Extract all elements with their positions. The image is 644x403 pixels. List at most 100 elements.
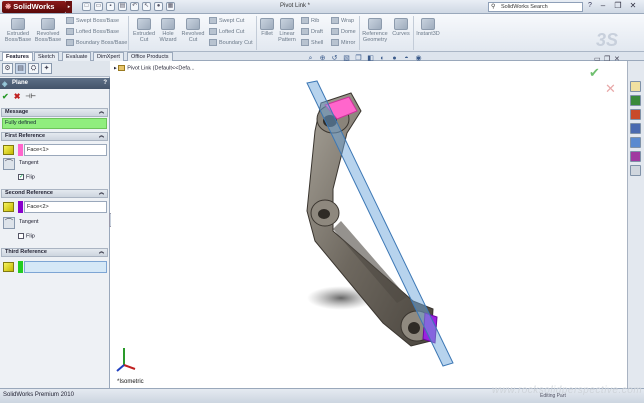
edit-appearance-icon[interactable]: ●: [390, 54, 399, 63]
app-logo[interactable]: ❋ SolidWorks: [2, 1, 66, 13]
boundary-boss-button[interactable]: Boundary Boss/Base: [66, 39, 127, 47]
new-icon[interactable]: □: [82, 2, 91, 11]
wrap-button[interactable]: Wrap: [331, 17, 354, 25]
linear-pattern-icon: [280, 18, 294, 30]
design-library-icon[interactable]: [630, 95, 641, 106]
chevron-up-icon: ︽: [98, 249, 104, 255]
status-product: SolidWorks Premium 2010: [3, 392, 74, 398]
revolved-boss-button[interactable]: Revolved Boss/Base: [33, 18, 63, 43]
open-icon[interactable]: ▭: [94, 2, 103, 11]
linear-pattern-button[interactable]: Linear Pattern: [276, 18, 298, 43]
undo-icon[interactable]: ↶: [130, 2, 139, 11]
restore-icon[interactable]: ❐: [612, 1, 624, 12]
second-reference-field[interactable]: Face<2>: [24, 201, 107, 213]
boundary-cut-button[interactable]: Boundary Cut: [209, 39, 253, 47]
view-palette-icon[interactable]: [630, 137, 641, 148]
plane-icon: ◈: [2, 81, 8, 88]
hole-wizard-icon: [161, 18, 175, 30]
rebuild-icon[interactable]: ●: [154, 2, 163, 11]
ok-button[interactable]: ✔: [2, 92, 9, 102]
instant3d-button[interactable]: Instant3D: [415, 18, 441, 37]
tab-features[interactable]: Features: [2, 52, 33, 61]
property-manager-icon[interactable]: ▤: [15, 63, 26, 74]
tab-evaluate[interactable]: Evaluate: [62, 52, 92, 61]
graphics-area[interactable]: [111, 61, 627, 388]
view-settings-icon[interactable]: ◉: [414, 54, 423, 63]
swept-cut-button[interactable]: Swept Cut: [209, 17, 244, 25]
swept-boss-button[interactable]: Swept Boss/Base: [66, 17, 119, 25]
zoom-to-fit-icon[interactable]: ⌕: [306, 54, 315, 63]
tangent-icon[interactable]: ⌒: [3, 217, 15, 229]
part-icon: [118, 65, 126, 71]
appearances-icon[interactable]: [630, 151, 641, 162]
heads-up-view-toolbar: ⌕ ⊕ ↺ ▧ ❒ ◧ ◐ ● ◓ ◉: [306, 54, 423, 63]
confirm-ok-icon[interactable]: ✔: [589, 65, 600, 81]
dome-button[interactable]: Dome: [331, 28, 356, 36]
second-flip-checkbox[interactable]: Flip: [18, 233, 35, 239]
help-button[interactable]: ?: [103, 78, 107, 89]
instant3d-icon: [421, 18, 435, 30]
shell-button[interactable]: Shell: [301, 39, 323, 47]
extruded-cut-button[interactable]: Extruded Cut: [131, 18, 157, 43]
window-close-icon[interactable]: ✕: [614, 55, 620, 63]
print-icon[interactable]: ▤: [118, 2, 127, 11]
minimize-icon[interactable]: –: [597, 1, 609, 12]
extruded-boss-button[interactable]: Extruded Boss/Base: [3, 18, 33, 43]
resources-icon[interactable]: [630, 81, 641, 92]
tab-sketch[interactable]: Sketch: [34, 52, 59, 61]
help-icon[interactable]: ?: [588, 2, 592, 9]
curves-button[interactable]: Curves: [390, 18, 412, 37]
dimxpert-manager-icon[interactable]: ✦: [41, 63, 52, 74]
feature-manager-icon[interactable]: ⚙: [2, 63, 13, 74]
select-icon[interactable]: ↖: [142, 2, 151, 11]
revolved-cut-button[interactable]: Revolved Cut: [180, 18, 206, 43]
search-input[interactable]: ⚲ SolidWorks Search: [488, 2, 583, 12]
close-icon[interactable]: ✕: [627, 1, 639, 12]
display-style-icon[interactable]: ◧: [366, 54, 375, 63]
second-reference-header[interactable]: Second Reference ︽: [1, 189, 108, 198]
first-reference-header[interactable]: First Reference ︽: [1, 132, 108, 141]
apply-scene-icon[interactable]: ◓: [402, 54, 411, 63]
window-minimize-icon[interactable]: ▭: [594, 55, 601, 63]
menu-expand-icon[interactable]: ▸: [66, 1, 72, 13]
mirror-button[interactable]: Mirror: [331, 39, 355, 47]
task-pane: [627, 61, 644, 388]
fillet-button[interactable]: Fillet: [258, 18, 276, 37]
configuration-manager-icon[interactable]: ⛭: [28, 63, 39, 74]
first-reference-field[interactable]: Face<1>: [24, 144, 107, 156]
lofted-cut-button[interactable]: Lofted Cut: [209, 28, 244, 36]
third-reference-header[interactable]: Third Reference ︽: [1, 248, 108, 257]
third-reference-field[interactable]: [24, 261, 107, 273]
message-section-header[interactable]: Message ︽: [1, 108, 108, 117]
keep-visible-icon[interactable]: ⊣⊢: [25, 92, 35, 102]
search-results-icon[interactable]: [630, 123, 641, 134]
file-explorer-icon[interactable]: [630, 109, 641, 120]
first-flip-checkbox[interactable]: ✓ Flip: [18, 174, 35, 180]
options-icon[interactable]: ▦: [166, 2, 175, 11]
feature-tree-flyout[interactable]: ▸ Pivot Link (Default<<Defa...: [114, 65, 195, 71]
cancel-button[interactable]: ✖: [14, 92, 21, 102]
custom-properties-icon[interactable]: [630, 165, 641, 176]
previous-view-icon[interactable]: ↺: [330, 54, 339, 63]
hide-show-icon[interactable]: ◐: [378, 54, 387, 63]
model-view: [306, 80, 454, 367]
save-icon[interactable]: ▪: [106, 2, 115, 11]
chevron-up-icon: ︽: [98, 190, 104, 196]
section-view-icon[interactable]: ▧: [342, 54, 351, 63]
hole-wizard-button[interactable]: Hole Wizard: [157, 18, 179, 43]
window-restore-icon[interactable]: ❐: [604, 55, 610, 63]
linear-pattern-label: Linear Pattern: [278, 31, 296, 43]
reference-geometry-button[interactable]: Reference Geometry: [361, 18, 389, 43]
tab-dimxpert[interactable]: DimXpert: [93, 52, 124, 61]
second-reference-row: Face<2>: [3, 201, 107, 213]
zoom-area-icon[interactable]: ⊕: [318, 54, 327, 63]
draft-button[interactable]: Draft: [301, 28, 323, 36]
lofted-boss-button[interactable]: Lofted Boss/Base: [66, 28, 119, 36]
view-orientation-icon[interactable]: ❒: [354, 54, 363, 63]
second-flip-label: Flip: [26, 233, 35, 240]
confirm-cancel-icon[interactable]: ✕: [605, 81, 616, 97]
tangent-icon[interactable]: ⌒: [3, 158, 15, 170]
third-reference-swatch: [18, 261, 23, 273]
tab-office-products[interactable]: Office Products: [127, 52, 173, 61]
rib-button[interactable]: Rib: [301, 17, 319, 25]
